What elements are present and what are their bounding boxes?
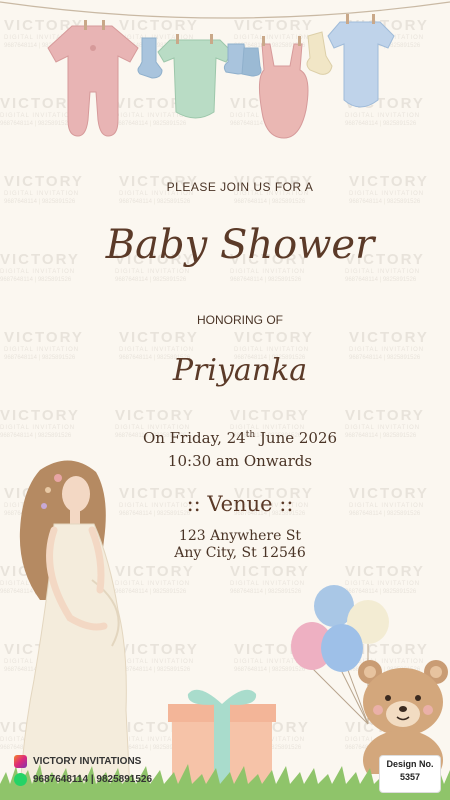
- honoree-name: Priyanka: [172, 353, 308, 388]
- blue-onesie-icon: [327, 14, 395, 108]
- invitation-card: VICTORY DIGITAL INVITATION 9687648114 | 98…: [0, 0, 450, 800]
- whatsapp-icon[interactable]: [14, 773, 27, 786]
- event-date: On Friday, 24th June 2026: [142, 429, 338, 447]
- cream-sock-icon: [306, 31, 333, 75]
- design-number-badge: Design No. 5357: [379, 755, 441, 793]
- event-title: Baby Shower: [105, 222, 375, 268]
- blue-booties-icon: [223, 43, 262, 77]
- footer-phones: 9687648114 | 9825891526: [14, 773, 152, 786]
- design-label: Design No.: [386, 759, 434, 769]
- watermark-tile: VICTORYDIGITAL INVITATION9687648114 | 98…: [4, 329, 84, 361]
- footer-phone-label: 9687648114 | 9825891526: [33, 774, 153, 785]
- watermark-tile: VICTORYDIGITAL INVITATION9687648114 | 98…: [0, 407, 80, 439]
- invite-line: PLEASE JOIN US FOR A: [166, 180, 314, 194]
- instagram-icon[interactable]: [14, 755, 27, 768]
- clothesline-illustration: [0, 1, 450, 139]
- pink-romper-icon: [258, 36, 309, 139]
- watermark-tile: VICTORYDIGITAL INVITATION9687648114 | 98…: [0, 251, 80, 283]
- mother-illustration: [19, 460, 131, 790]
- design-number: 5357: [399, 772, 421, 782]
- footer-brand-label: VICTORY INVITATIONS: [33, 756, 142, 767]
- honoring-line: HONORING OF: [197, 313, 283, 327]
- watermark-tile: VICTORYDIGITAL INVITATION9687648114 | 98…: [4, 173, 84, 205]
- green-onesie-icon: [157, 34, 233, 119]
- footer-brand: VICTORY INVITATIONS: [14, 755, 141, 768]
- pink-sleeper-icon: [47, 20, 139, 137]
- blue-sock-icon: [137, 37, 163, 79]
